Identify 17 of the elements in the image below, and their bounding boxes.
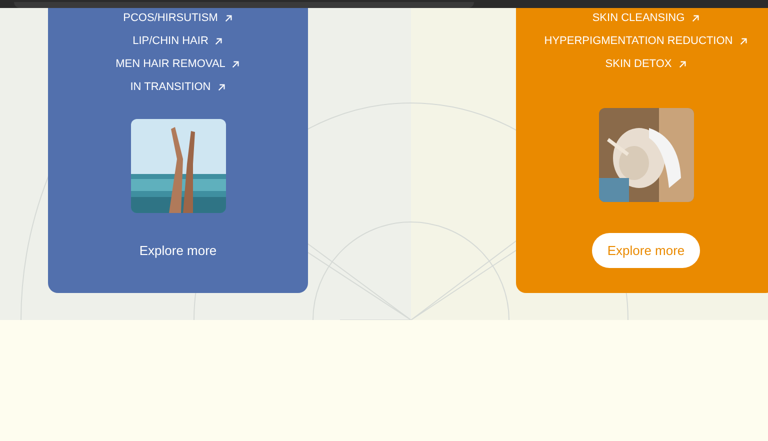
service-link[interactable]: MEN HAIR REMOVAL	[116, 53, 240, 76]
arrow-icon	[231, 60, 240, 69]
service-link[interactable]: HYPERPIGMENTATION REDUCTION	[544, 30, 748, 53]
arrow-icon	[216, 83, 226, 92]
arrow-icon	[214, 37, 224, 46]
explore-more-button[interactable]: Explore more	[127, 233, 229, 268]
service-link[interactable]: SKIN CLEANSING	[592, 8, 700, 30]
address-bar[interactable]	[14, 2, 474, 8]
arrow-icon	[738, 37, 748, 46]
service-link[interactable]: SKIN DETOX	[605, 53, 687, 76]
service-link[interactable]: LIP/CHIN HAIR	[132, 30, 224, 53]
service-link[interactable]: PCOS/HIRSUTISM	[123, 8, 233, 30]
explore-more-button[interactable]: Explore more	[592, 233, 700, 268]
service-link[interactable]: IN TRANSITION	[130, 76, 226, 99]
arrow-icon	[224, 14, 233, 23]
arrow-icon	[678, 60, 687, 69]
arrow-icon	[690, 14, 700, 23]
